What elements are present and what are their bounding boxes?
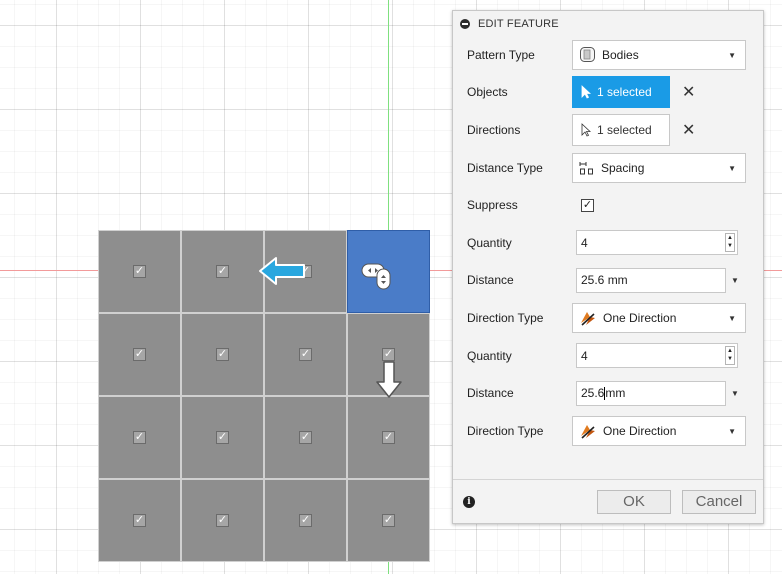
one-direction-icon <box>581 311 595 326</box>
distance-1-label: Distance <box>467 273 514 288</box>
body-checkbox[interactable]: ✓ <box>216 348 229 361</box>
pattern-body-tile[interactable]: ✓ <box>347 479 430 562</box>
distance-type-label: Distance Type <box>467 160 543 175</box>
body-checkbox[interactable]: ✓ <box>133 348 146 361</box>
direction-type-1-value: One Direction <box>603 310 677 325</box>
body-checkbox[interactable]: ✓ <box>133 265 146 278</box>
body-checkbox[interactable]: ✓ <box>299 514 312 527</box>
row-pattern-type: Pattern Type Bodies ▼ <box>467 36 746 74</box>
directions-label: Directions <box>467 122 521 137</box>
body-checkbox[interactable]: ✓ <box>382 514 395 527</box>
ok-button[interactable]: OK <box>597 489 671 514</box>
direction-arrow-down-icon[interactable] <box>374 360 404 400</box>
info-icon[interactable]: i <box>463 495 475 508</box>
body-checkbox[interactable]: ✓ <box>216 265 229 278</box>
body-checkbox[interactable]: ✓ <box>133 514 146 527</box>
objects-label: Objects <box>467 85 508 100</box>
edit-feature-panel: EDIT FEATURE Pattern Type Bodies ▼ Objec… <box>452 10 764 524</box>
body-checkbox[interactable]: ✓ <box>299 348 312 361</box>
spacing-icon <box>579 161 593 175</box>
one-direction-icon <box>581 424 595 439</box>
pattern-body-tile[interactable]: ✓ <box>264 479 347 562</box>
row-distance-type: Distance Type Spacing ▼ <box>467 149 746 187</box>
distance-1-value: 25.6 mm <box>581 273 628 288</box>
directions-clear-icon[interactable]: ✕ <box>682 120 695 140</box>
objects-clear-icon[interactable]: ✕ <box>682 82 695 102</box>
pattern-body-tile[interactable]: ✓ <box>98 230 181 313</box>
pattern-body-tile[interactable]: ✓ <box>264 313 347 396</box>
direction-type-1-dropdown[interactable]: One Direction ▼ <box>572 302 746 333</box>
cursor-icon <box>581 85 591 99</box>
directions-select-button[interactable]: 1 selected <box>572 113 670 146</box>
stepper-arrows-icon[interactable]: ▲ ▼ <box>725 346 735 366</box>
pattern-body-tile[interactable]: ✓ <box>181 313 264 396</box>
suppress-checkbox[interactable]: ✓ <box>581 198 594 212</box>
body-checkbox[interactable]: ✓ <box>382 431 395 444</box>
quantity-1-stepper[interactable]: 4 ▲ ▼ <box>576 230 738 256</box>
chevron-down-icon: ▼ <box>728 313 736 323</box>
pattern-body-tile[interactable]: ✓ <box>98 479 181 562</box>
chevron-down-icon[interactable]: ▼ <box>731 276 739 285</box>
row-direction-type-2: Direction Type One Direction ▼ <box>467 412 746 450</box>
pattern-body-tile[interactable]: ✓ <box>181 479 264 562</box>
distance-2-label: Distance <box>467 386 514 401</box>
pattern-body-tile[interactable]: ✓ <box>98 396 181 479</box>
chevron-down-icon: ▼ <box>728 163 736 173</box>
body-checkbox[interactable]: ✓ <box>216 514 229 527</box>
row-quantity-1: Quantity 4 ▲ ▼ <box>467 224 746 262</box>
stepper-arrows-icon[interactable]: ▲ ▼ <box>725 233 735 253</box>
distance-2-input[interactable]: 25.6 mm <box>576 380 726 406</box>
chevron-down-icon: ▼ <box>728 426 736 436</box>
pattern-body-tile[interactable]: ✓ <box>181 230 264 313</box>
cursor-icon <box>581 123 591 137</box>
directions-value: 1 selected <box>597 122 652 137</box>
body-checkbox[interactable]: ✓ <box>216 431 229 444</box>
seed-body-tile[interactable] <box>347 230 430 313</box>
collapse-dot-icon[interactable] <box>460 18 470 29</box>
direction-type-2-label: Direction Type <box>467 423 544 438</box>
suppress-label: Suppress <box>467 198 518 213</box>
distance-type-value: Spacing <box>601 160 645 175</box>
panel-header[interactable]: EDIT FEATURE <box>453 11 763 36</box>
direction-type-2-value: One Direction <box>603 423 677 438</box>
row-distance-1: Distance 25.6 mm ▼ <box>467 262 746 300</box>
pattern-type-dropdown[interactable]: Bodies ▼ <box>572 39 746 70</box>
body-icon <box>580 47 595 63</box>
pattern-type-label: Pattern Type <box>467 47 535 62</box>
direction-arrow-left-icon[interactable] <box>258 255 308 287</box>
distance-2-value: 25.6 <box>581 386 605 401</box>
quantity-2-value: 4 <box>581 348 588 363</box>
row-suppress: Suppress ✓ <box>467 186 746 224</box>
chevron-down-icon: ▼ <box>728 50 736 60</box>
panel-title: EDIT FEATURE <box>478 17 559 30</box>
row-direction-type-1: Direction Type One Direction ▼ <box>467 299 746 337</box>
panel-footer: i OK Cancel <box>453 479 763 523</box>
quantity-1-label: Quantity <box>467 235 512 250</box>
pattern-type-value: Bodies <box>602 47 639 62</box>
distance-type-dropdown[interactable]: Spacing ▼ <box>572 152 746 183</box>
objects-select-button[interactable]: 1 selected <box>572 76 670 109</box>
pattern-body-tile[interactable]: ✓ <box>98 313 181 396</box>
distance-2-unit: mm <box>605 386 626 401</box>
pattern-body-tile[interactable]: ✓ <box>181 396 264 479</box>
quantity-2-label: Quantity <box>467 348 512 363</box>
direction-type-1-label: Direction Type <box>467 310 544 325</box>
row-quantity-2: Quantity 4 ▲ ▼ <box>467 337 746 375</box>
row-distance-2: Distance 25.6 mm ▼ <box>467 374 746 412</box>
distance-1-input[interactable]: 25.6 mm <box>576 267 726 293</box>
pattern-body-tile[interactable]: ✓ <box>347 396 430 479</box>
pattern-body-tile[interactable]: ✓ <box>264 396 347 479</box>
body-checkbox[interactable]: ✓ <box>299 431 312 444</box>
row-directions: Directions 1 selected ✕ <box>467 111 746 149</box>
chevron-down-icon[interactable]: ▼ <box>731 389 739 398</box>
direction-type-2-dropdown[interactable]: One Direction ▼ <box>572 415 746 446</box>
objects-value: 1 selected <box>597 85 652 100</box>
quantity-1-value: 4 <box>581 235 588 250</box>
move-handle-icon[interactable] <box>360 259 400 291</box>
row-objects: Objects 1 selected ✕ <box>467 74 746 112</box>
body-checkbox[interactable]: ✓ <box>133 431 146 444</box>
cancel-button[interactable]: Cancel <box>682 489 756 514</box>
quantity-2-stepper[interactable]: 4 ▲ ▼ <box>576 343 738 369</box>
